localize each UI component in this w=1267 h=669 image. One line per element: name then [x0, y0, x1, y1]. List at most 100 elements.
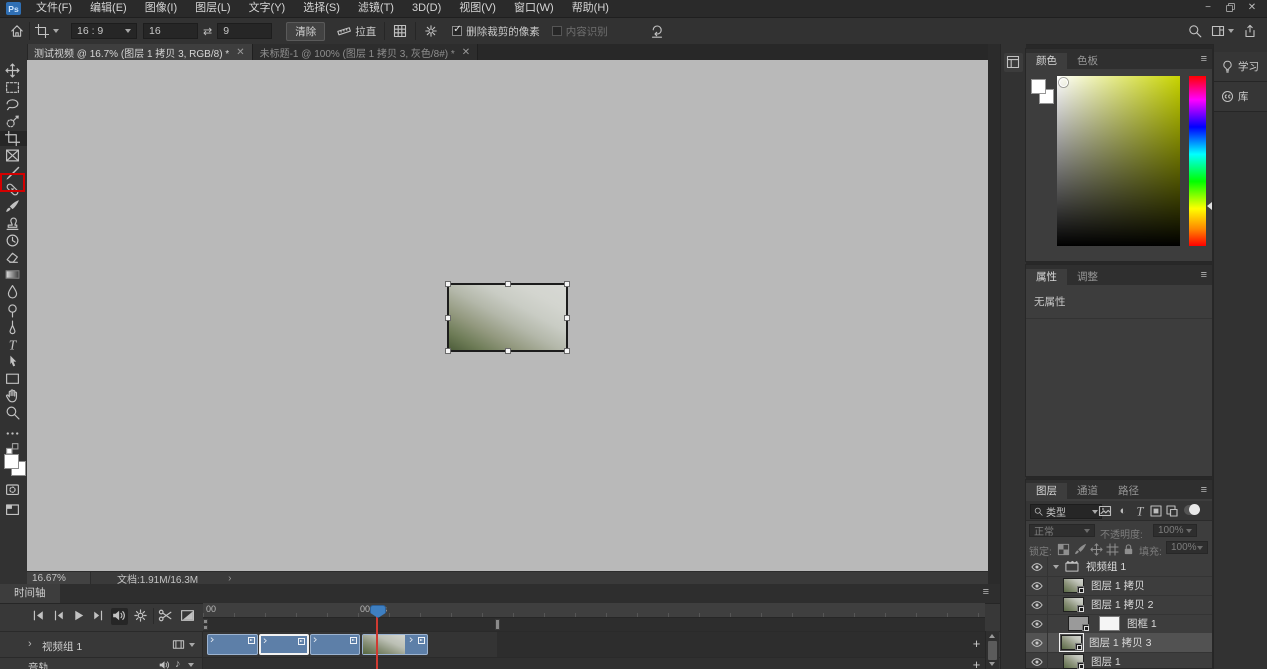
layer-filter-type-select[interactable]: 类型: [1030, 504, 1102, 519]
aspect-ratio-select[interactable]: 16 : 9: [71, 23, 137, 39]
workspace-switcher[interactable]: [1211, 24, 1234, 38]
hand-tool[interactable]: [5, 388, 22, 403]
layers-panel-menu-icon[interactable]: ≡: [1201, 484, 1206, 496]
group-expand-caret-icon[interactable]: [1053, 565, 1059, 569]
layer-name[interactable]: 图层 1 拷贝: [1091, 578, 1145, 593]
layer-row-frame[interactable]: 图框 1: [1026, 614, 1212, 634]
visibility-eye-icon[interactable]: [1026, 633, 1048, 652]
document-tab-active[interactable]: 测试视频 @ 16.7% (图层 1 拷贝 3, RGB/8) * ✕: [27, 44, 253, 60]
properties-panel-menu-icon[interactable]: ≡: [1201, 269, 1206, 281]
timeline-ruler[interactable]: 00 00:30s: [203, 603, 985, 617]
close-button[interactable]: ✕: [1241, 0, 1263, 17]
frame-tool[interactable]: [5, 148, 22, 163]
visibility-eye-icon[interactable]: [1026, 595, 1048, 614]
transition-button[interactable]: [180, 608, 197, 625]
menu-3d[interactable]: 3D(D): [403, 0, 450, 17]
crop-height-input[interactable]: 9: [217, 23, 272, 39]
work-area-end-handle[interactable]: [495, 619, 500, 630]
filter-smart-object-icon[interactable]: [1165, 504, 1179, 518]
color-foreground-swatch[interactable]: [1031, 79, 1046, 94]
crop-handle[interactable]: [445, 281, 451, 287]
quick-mask-button[interactable]: [5, 482, 22, 497]
eraser-tool[interactable]: [5, 250, 22, 265]
filter-adjustment-icon[interactable]: ◐: [1116, 504, 1130, 518]
path-selection-tool[interactable]: [5, 354, 22, 369]
tab-swatches[interactable]: 色板: [1067, 53, 1108, 69]
visibility-eye-icon[interactable]: [1026, 652, 1048, 669]
crop-settings-gear-icon[interactable]: [424, 24, 438, 38]
hue-slider[interactable]: [1189, 76, 1206, 246]
video-track-lane[interactable]: [203, 632, 985, 658]
menu-window[interactable]: 窗口(W): [505, 0, 563, 17]
saturation-brightness-field[interactable]: [1057, 76, 1180, 246]
lasso-tool[interactable]: [5, 97, 22, 112]
tab-paths[interactable]: 路径: [1108, 483, 1149, 499]
tab-channels[interactable]: 通道: [1067, 483, 1108, 499]
filter-image-icon[interactable]: [1098, 504, 1112, 518]
layer-row-video-group[interactable]: 视频组 1: [1026, 557, 1212, 577]
layer-row[interactable]: 图层 1 拷贝: [1026, 576, 1212, 596]
timeline-scrollbar[interactable]: [985, 631, 999, 669]
tab-close-icon[interactable]: ✕: [236, 47, 244, 58]
crop-handle[interactable]: [564, 315, 570, 321]
work-area-start-handle[interactable]: [203, 619, 208, 624]
canvas-area[interactable]: [27, 60, 988, 571]
lock-all-icon[interactable]: [1122, 543, 1135, 556]
foreground-background-swatches[interactable]: [4, 454, 24, 474]
layer-thumbnail[interactable]: [1061, 635, 1082, 650]
add-audio-button[interactable]: +: [969, 658, 984, 669]
visibility-eye-icon[interactable]: [1026, 557, 1048, 576]
menu-image[interactable]: 图像(I): [136, 0, 186, 17]
status-chevron-icon[interactable]: ›: [228, 573, 231, 584]
libraries-panel-button[interactable]: 库: [1214, 82, 1267, 112]
lock-transparency-icon[interactable]: [1057, 543, 1070, 556]
content-aware-checkbox[interactable]: [552, 26, 562, 36]
crop-preset-caret-icon[interactable]: [53, 29, 59, 33]
filter-type-icon[interactable]: T: [1133, 504, 1147, 518]
timeline-tab[interactable]: 时间轴: [0, 584, 60, 603]
split-at-playhead-button[interactable]: [158, 608, 175, 625]
layer-name[interactable]: 图层 1 拷贝 2: [1091, 597, 1153, 612]
menu-help[interactable]: 帮助(H): [563, 0, 618, 17]
audio-options-caret-icon[interactable]: [188, 663, 194, 667]
minimize-button[interactable]: −: [1197, 0, 1219, 17]
crop-handle[interactable]: [445, 348, 451, 354]
tab-layers[interactable]: 图层: [1026, 483, 1067, 499]
restore-button[interactable]: [1219, 0, 1241, 17]
scroll-up-icon[interactable]: [989, 634, 995, 638]
learn-panel-button[interactable]: 学习: [1214, 52, 1267, 82]
brush-tool[interactable]: [5, 199, 22, 214]
quick-selection-tool[interactable]: [5, 114, 22, 129]
next-frame-button[interactable]: [91, 608, 108, 625]
delete-cropped-pixels-label[interactable]: 删除裁剪的像素: [466, 24, 540, 39]
crop-tool[interactable]: [0, 131, 27, 146]
layer-name[interactable]: 图层 1 拷贝 3: [1089, 635, 1151, 650]
marquee-tool[interactable]: [5, 80, 22, 95]
collapsed-panel-icon[interactable]: [1004, 53, 1023, 72]
first-frame-button[interactable]: [31, 608, 48, 625]
scroll-down-icon[interactable]: [989, 662, 995, 666]
crop-handle[interactable]: [505, 281, 511, 287]
share-icon[interactable]: [1243, 24, 1257, 38]
lock-pixels-icon[interactable]: [1074, 543, 1087, 556]
crop-handle[interactable]: [445, 315, 451, 321]
delete-cropped-pixels-checkbox[interactable]: [452, 26, 462, 36]
layer-name[interactable]: 图框 1: [1127, 616, 1157, 631]
timeline-menu-icon[interactable]: ≡: [983, 586, 988, 598]
layer-row-selected[interactable]: 图层 1 拷贝 3: [1026, 633, 1212, 653]
scrollbar-thumb[interactable]: [988, 641, 997, 660]
blur-tool[interactable]: [5, 284, 22, 299]
crop-width-input[interactable]: 16: [143, 23, 198, 39]
blend-mode-select[interactable]: 正常: [1029, 524, 1095, 537]
layer-thumbnail[interactable]: [1063, 597, 1084, 612]
move-tool[interactable]: [5, 63, 22, 78]
add-media-button[interactable]: +: [969, 637, 984, 652]
color-picker-ring[interactable]: [1059, 78, 1068, 87]
history-brush-tool[interactable]: [5, 233, 22, 248]
rectangle-tool[interactable]: [5, 371, 22, 386]
type-tool[interactable]: T: [5, 337, 22, 352]
track-media-icon[interactable]: [172, 638, 185, 651]
overlay-options-icon[interactable]: [393, 24, 407, 38]
opacity-select[interactable]: 100%: [1153, 524, 1197, 537]
crop-handle[interactable]: [564, 281, 570, 287]
